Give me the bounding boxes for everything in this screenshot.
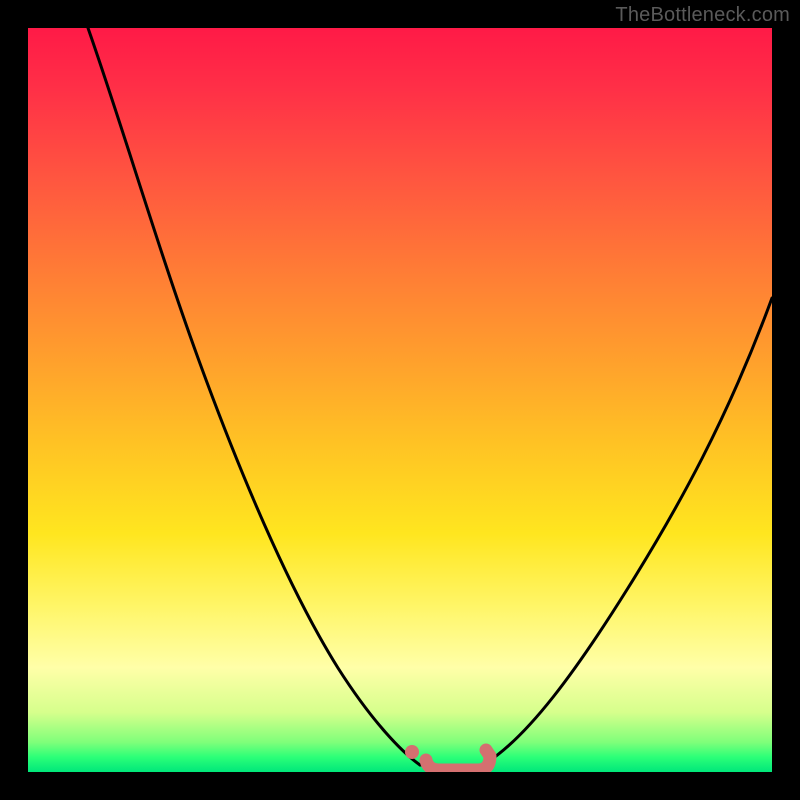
chart-frame: TheBottleneck.com [0, 0, 800, 800]
watermark-text: TheBottleneck.com [615, 4, 790, 27]
curves-svg [28, 28, 772, 772]
plot-area [28, 28, 772, 772]
right-curve [483, 298, 772, 765]
valley-marker-bar [426, 750, 490, 770]
valley-marker-dot [405, 745, 419, 759]
left-curve [88, 28, 420, 765]
